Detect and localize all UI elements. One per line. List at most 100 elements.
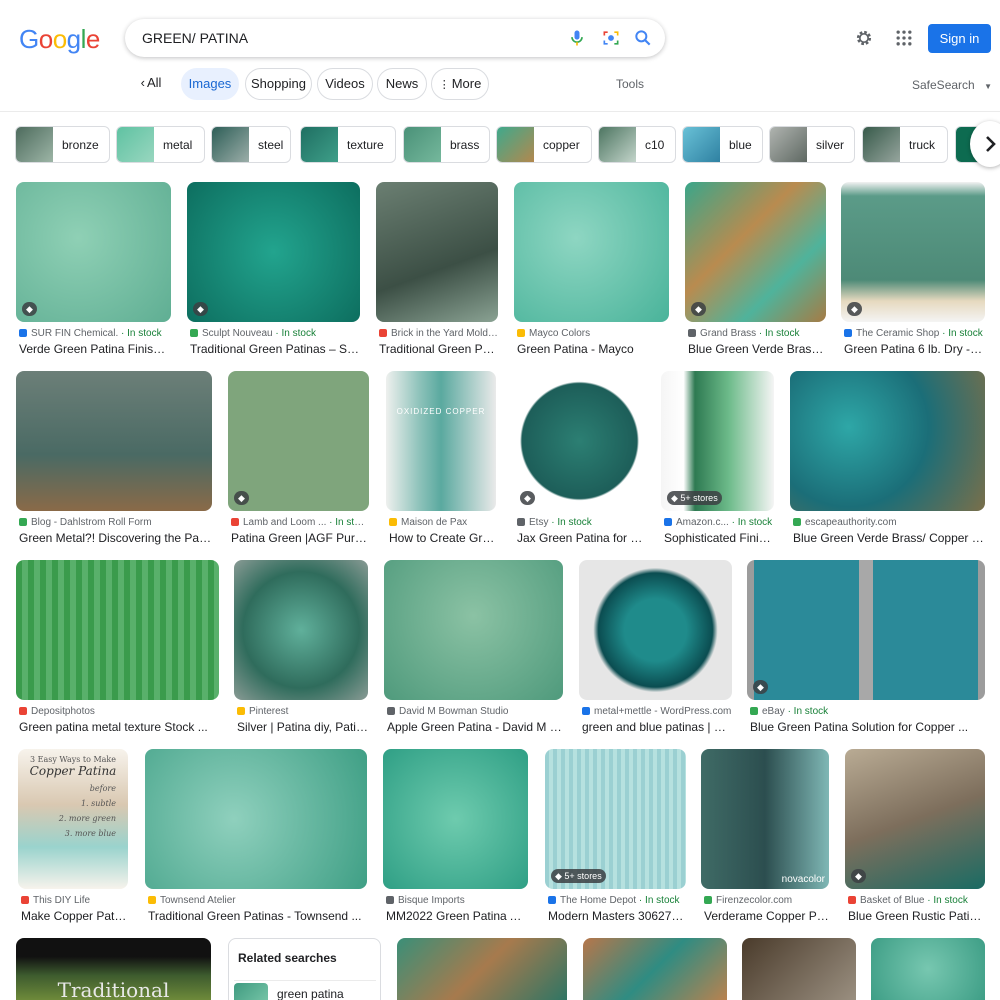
result-title[interactable]: Green Patina 6 lb. Dry - T... bbox=[844, 342, 985, 356]
result-title[interactable]: green and blue patinas | me... bbox=[582, 720, 732, 734]
image-result[interactable]: ◆ The Ceramic Shop · In stock Green Patina… bbox=[841, 182, 985, 362]
result-thumbnail[interactable] bbox=[234, 560, 368, 700]
image-result[interactable]: Blog - Dahlstrom Roll Form Green Metal?! … bbox=[16, 371, 212, 551]
result-thumbnail[interactable]: 3 Easy Ways to Make Copper Patina before 1.… bbox=[18, 749, 128, 889]
result-thumbnail[interactable] bbox=[376, 182, 498, 322]
result-thumbnail[interactable] bbox=[384, 560, 563, 700]
result-title[interactable]: Green Metal?! Discovering the Patin... bbox=[19, 531, 212, 545]
image-result[interactable]: Bisque Imports MM2022 Green Patina Acr... bbox=[383, 749, 528, 929]
tools-button[interactable]: Tools bbox=[616, 77, 644, 91]
result-thumbnail[interactable]: ◆ bbox=[187, 182, 360, 322]
tab-all[interactable]: ‹ All bbox=[132, 68, 170, 100]
search-box[interactable]: GREEN/ PATINA bbox=[125, 19, 665, 57]
image-result[interactable]: Depositphotos Green patina metal texture … bbox=[16, 560, 219, 740]
result-source[interactable]: David M Bowman Studio bbox=[387, 706, 563, 717]
image-result-thumbnail[interactable] bbox=[742, 938, 856, 1000]
chip-truck[interactable]: truck bbox=[862, 126, 948, 163]
image-result[interactable]: 3 Easy Ways to Make Copper Patina before 1.… bbox=[18, 749, 128, 929]
chip-metal[interactable]: metal bbox=[116, 126, 205, 163]
image-result[interactable]: ◆ Grand Brass · In stock Blue Green Verde … bbox=[685, 182, 826, 362]
result-source[interactable]: Maison de Pax bbox=[389, 517, 496, 528]
image-result[interactable]: OXIDIZED COPPER Maison de Pax How to Creat… bbox=[386, 371, 496, 551]
image-result[interactable]: Mayco Colors Green Patina - Mayco bbox=[514, 182, 669, 362]
result-source[interactable]: Mayco Colors bbox=[517, 328, 669, 339]
result-title[interactable]: MM2022 Green Patina Acr... bbox=[386, 909, 528, 923]
safesearch-button[interactable]: SafeSearch ▼ bbox=[912, 78, 992, 92]
result-title[interactable]: Blue Green Patina Solution for Copper ..… bbox=[750, 720, 985, 734]
result-title[interactable]: Green Patina - Mayco bbox=[517, 342, 669, 356]
result-source[interactable]: Townsend Atelier bbox=[148, 895, 367, 906]
result-title[interactable]: Apple Green Patina - David M Bo... bbox=[387, 720, 563, 734]
search-input[interactable]: GREEN/ PATINA bbox=[142, 30, 248, 46]
chip-texture[interactable]: texture bbox=[300, 126, 396, 163]
microphone-icon[interactable] bbox=[567, 28, 587, 48]
result-thumbnail[interactable] bbox=[383, 749, 528, 889]
chip-brass[interactable]: brass bbox=[403, 126, 490, 163]
image-result[interactable]: ◆ eBay · In stock Blue Green Patina Soluti… bbox=[747, 560, 985, 740]
result-source[interactable]: This DIY Life bbox=[21, 895, 128, 906]
apps-grid-icon[interactable] bbox=[894, 28, 914, 48]
chip-bronze[interactable]: bronze bbox=[15, 126, 110, 163]
result-source[interactable]: Pinterest bbox=[237, 706, 368, 717]
result-title[interactable]: Blue Green Verde Brass/ Copper Pat... bbox=[793, 531, 985, 545]
result-source[interactable]: metal+mettle - WordPress.com bbox=[582, 706, 732, 717]
image-result[interactable]: metal+mettle - WordPress.com green and bl… bbox=[579, 560, 732, 740]
result-source[interactable]: Firenzecolor.com bbox=[704, 895, 829, 906]
gear-icon[interactable] bbox=[854, 28, 874, 48]
image-result[interactable]: Pinterest Silver | Patina diy, Patin... bbox=[234, 560, 368, 740]
image-result-thumbnail[interactable] bbox=[397, 938, 567, 1000]
image-result-thumbnail[interactable]: Traditional bbox=[16, 938, 211, 1000]
result-title[interactable]: Blue Green Verde Brass/ ... bbox=[688, 342, 826, 356]
chip-silver[interactable]: silver bbox=[769, 126, 855, 163]
tab-more[interactable]: ⋮ More bbox=[431, 68, 489, 100]
result-title[interactable]: Sophisticated Finis... bbox=[664, 531, 774, 545]
image-result[interactable]: ◆ 5+ stores Amazon.c... · In stock Sophist… bbox=[661, 371, 774, 551]
result-source[interactable]: The Ceramic Shop · In stock bbox=[844, 328, 985, 339]
image-result[interactable]: novacolor Firenzecolor.com Verderame Coppe… bbox=[701, 749, 829, 929]
result-source[interactable]: Blog - Dahlstrom Roll Form bbox=[19, 517, 212, 528]
result-thumbnail[interactable]: ◆ bbox=[747, 560, 985, 700]
result-thumbnail[interactable]: ◆ bbox=[685, 182, 826, 322]
result-thumbnail[interactable]: ◆ bbox=[16, 182, 171, 322]
result-title[interactable]: How to Create Gree... bbox=[389, 531, 496, 545]
tab-images[interactable]: Images bbox=[181, 68, 239, 100]
result-thumbnail[interactable]: ◆ 5+ stores bbox=[661, 371, 774, 511]
google-logo[interactable]: Google bbox=[19, 24, 100, 55]
related-search-item[interactable]: green patina bbox=[234, 980, 376, 1000]
result-title[interactable]: Jax Green Patina for C... bbox=[517, 531, 645, 545]
result-thumbnail[interactable] bbox=[16, 560, 219, 700]
sign-in-button[interactable]: Sign in bbox=[928, 24, 991, 53]
chip-steel[interactable]: steel bbox=[211, 126, 291, 163]
result-title[interactable]: Blue Green Rustic Patina ... bbox=[848, 909, 985, 923]
result-title[interactable]: Make Copper Patin... bbox=[21, 909, 128, 923]
result-source[interactable]: eBay · In stock bbox=[750, 706, 985, 717]
result-title[interactable]: Silver | Patina diy, Patin... bbox=[237, 720, 368, 734]
result-source[interactable]: Basket of Blue · In stock bbox=[848, 895, 985, 906]
result-title[interactable]: Modern Masters 306270 ... bbox=[548, 909, 686, 923]
image-result-thumbnail[interactable] bbox=[583, 938, 727, 1000]
result-thumbnail[interactable]: ◆ bbox=[228, 371, 369, 511]
result-source[interactable]: Lamb and Loom ... · In stock bbox=[231, 517, 369, 528]
result-thumbnail[interactable]: ◆ 5+ stores bbox=[545, 749, 686, 889]
result-thumbnail[interactable]: novacolor bbox=[701, 749, 829, 889]
lens-camera-icon[interactable] bbox=[601, 28, 621, 48]
image-result[interactable]: ◆ Basket of Blue · In stock Blue Green Rus… bbox=[845, 749, 985, 929]
result-title[interactable]: Verde Green Patina Finish o... bbox=[19, 342, 171, 356]
result-title[interactable]: Traditional Green Pati... bbox=[379, 342, 498, 356]
tab-shopping[interactable]: Shopping bbox=[245, 68, 312, 100]
image-result[interactable]: Townsend Atelier Traditional Green Patina… bbox=[145, 749, 367, 929]
image-result[interactable]: ◆ Etsy · In stock Jax Green Patina for C..… bbox=[514, 371, 645, 551]
result-thumbnail[interactable] bbox=[579, 560, 732, 700]
chip-c10[interactable]: c10 bbox=[598, 126, 676, 163]
image-result[interactable]: Brick in the Yard Mold ... Traditional Gr… bbox=[376, 182, 498, 362]
tab-videos[interactable]: Videos bbox=[317, 68, 373, 100]
result-source[interactable]: escapeauthority.com bbox=[793, 517, 985, 528]
chip-blue[interactable]: blue bbox=[682, 126, 763, 163]
result-thumbnail[interactable] bbox=[790, 371, 985, 511]
result-title[interactable]: Traditional Green Patinas – Scu... bbox=[190, 342, 360, 356]
result-thumbnail[interactable]: ◆ bbox=[845, 749, 985, 889]
result-source[interactable]: Sculpt Nouveau · In stock bbox=[190, 328, 360, 339]
result-thumbnail[interactable] bbox=[16, 371, 212, 511]
tab-news[interactable]: News bbox=[377, 68, 427, 100]
result-thumbnail[interactable] bbox=[514, 182, 669, 322]
